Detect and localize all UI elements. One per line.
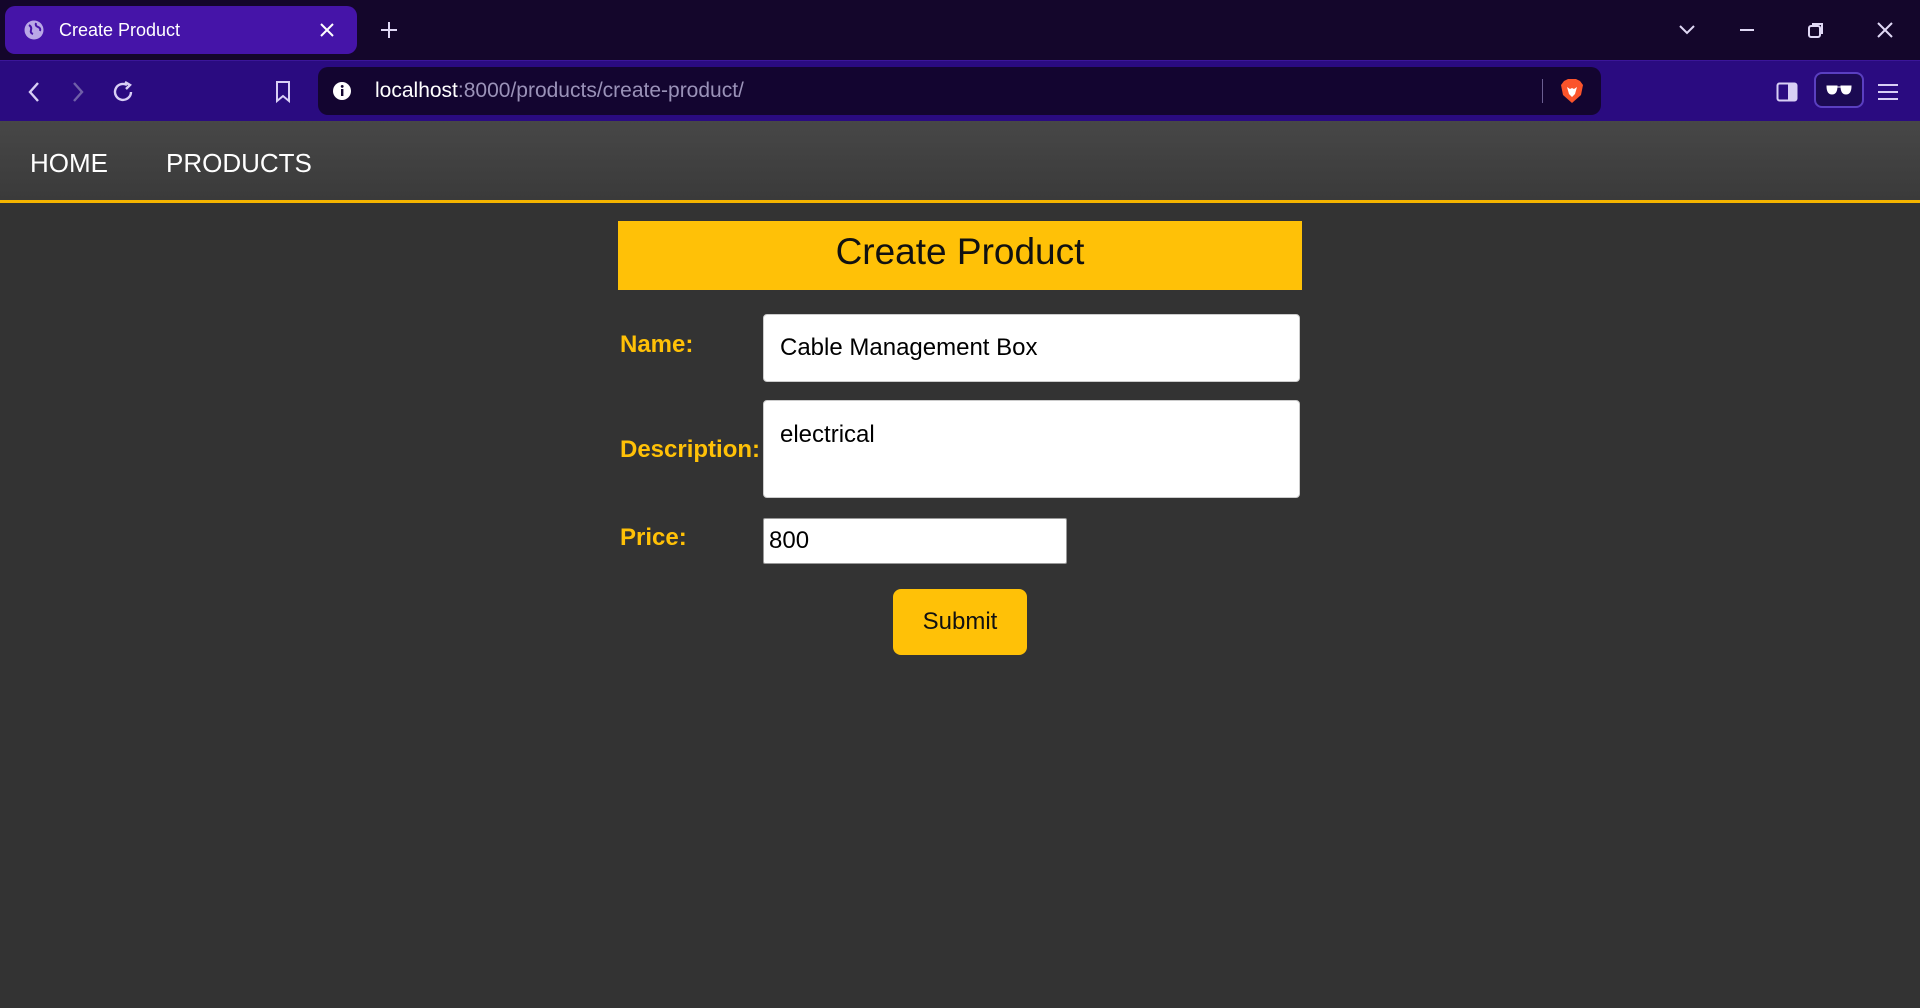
- name-input[interactable]: [763, 314, 1300, 382]
- reader-mode-icon[interactable]: [1814, 72, 1864, 108]
- new-tab-icon[interactable]: [377, 18, 401, 42]
- brave-shields-icon[interactable]: [1558, 77, 1586, 105]
- url-divider: [1542, 79, 1543, 103]
- url-text[interactable]: localhost:8000/products/create-product/: [375, 79, 744, 103]
- site-navbar: HOME PRODUCTS: [0, 121, 1920, 203]
- url-host: localhost: [375, 79, 458, 102]
- tab-search-chevron-icon[interactable]: [1675, 18, 1699, 42]
- description-label: Description:: [620, 436, 761, 463]
- price-input[interactable]: [763, 518, 1067, 564]
- tab-title: Create Product: [59, 19, 181, 40]
- browser-toolbar: localhost:8000/products/create-product/: [0, 60, 1920, 121]
- close-tab-icon[interactable]: [315, 18, 339, 42]
- page-content: HOME PRODUCTS Create Product Name: Descr…: [0, 121, 1920, 1008]
- minimize-icon[interactable]: [1735, 18, 1759, 42]
- nav-home-link[interactable]: HOME: [30, 148, 108, 179]
- form-title: Create Product: [618, 221, 1302, 290]
- description-textarea[interactable]: electrical: [763, 400, 1300, 498]
- reload-icon[interactable]: [108, 77, 138, 107]
- nav-products-link[interactable]: PRODUCTS: [166, 148, 312, 179]
- site-info-icon[interactable]: [330, 79, 354, 103]
- restore-icon[interactable]: [1804, 18, 1828, 42]
- browser-tab-strip: Create Product: [0, 0, 1920, 60]
- globe-icon: [23, 19, 45, 41]
- address-bar[interactable]: localhost:8000/products/create-product/: [318, 67, 1601, 115]
- submit-button[interactable]: Submit: [893, 589, 1027, 655]
- browser-tab[interactable]: Create Product: [5, 6, 357, 54]
- menu-icon[interactable]: [1873, 77, 1903, 107]
- price-label: Price:: [620, 524, 687, 551]
- forward-icon[interactable]: [63, 77, 93, 107]
- bookmark-icon[interactable]: [268, 77, 298, 107]
- sidebar-toggle-icon[interactable]: [1772, 77, 1802, 107]
- name-label: Name:: [620, 331, 694, 358]
- url-path: :8000/products/create-product/: [457, 79, 744, 102]
- back-icon[interactable]: [19, 77, 49, 107]
- close-window-icon[interactable]: [1873, 18, 1897, 42]
